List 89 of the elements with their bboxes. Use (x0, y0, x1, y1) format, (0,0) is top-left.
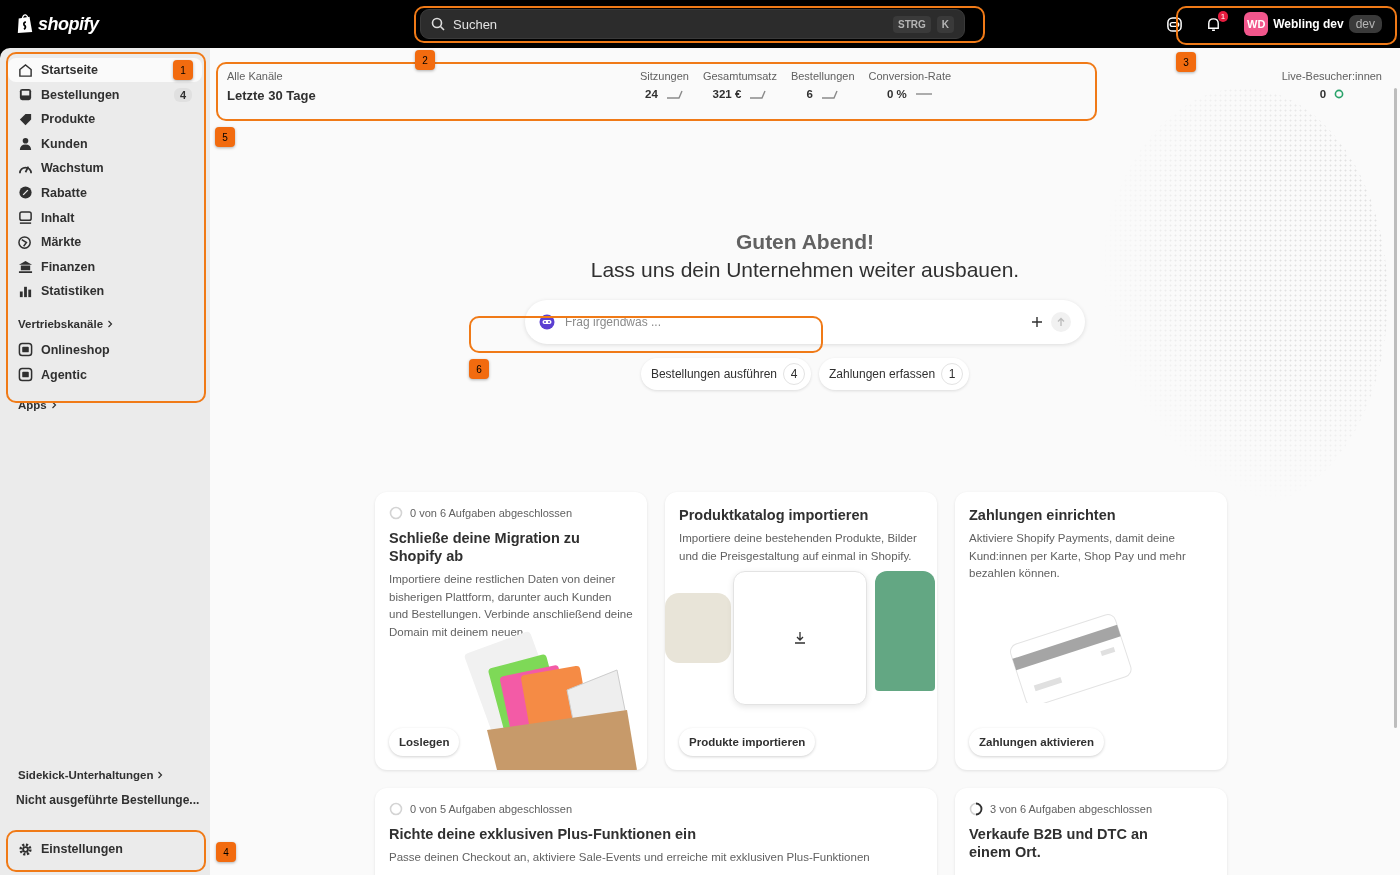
sparkline-drawing (749, 89, 768, 99)
metric-label: Live-Besucher:innen (1281, 70, 1382, 82)
bank-icon (18, 259, 33, 275)
section-link[interactable]: Vertriebskanäle (8, 317, 202, 330)
metric-value: 24 (645, 88, 658, 100)
metric-label: Gesamtumsatz (702, 70, 777, 82)
card-action-button[interactable]: Loslegen (389, 728, 460, 756)
metric-value: 0 (1319, 88, 1327, 100)
settings-item[interactable]: Einstellungen (8, 837, 202, 861)
nav-item[interactable]: Wachstum (8, 156, 202, 181)
card-title: Schließe deine Migration zu Shopify ab (389, 529, 581, 565)
chevron-icon (156, 771, 165, 779)
conversation-link[interactable]: Nicht ausgeführte Bestellunge... (8, 793, 202, 807)
empty-circle-icon (389, 506, 403, 520)
sparkline-drawing (665, 89, 684, 99)
count-badge: 4 (173, 87, 192, 102)
tag-icon (18, 111, 33, 127)
section-link[interactable]: Apps (8, 399, 202, 412)
card-description: Importiere deine restlichen Daten von deiner bisherigen Plattform, darunter auch Kunden und Bestellungen. Verbinde anschließend deine Domain mit deinem neuen (389, 572, 633, 640)
notification-badge: 1 (1217, 10, 1229, 22)
nav-item[interactable]: Rabatte (8, 180, 202, 205)
discount-icon (18, 185, 33, 201)
shopping-bag-logo-icon (16, 14, 34, 34)
suggestion-chip[interactable]: Bestellungen ausführen 4 (640, 358, 811, 390)
chevron-icon (49, 401, 58, 410)
up-arrow-icon (1056, 317, 1066, 327)
nav-item[interactable]: Agentic (8, 362, 202, 387)
plus-icon[interactable] (1031, 316, 1043, 328)
settings-icon (18, 841, 33, 857)
store-icon (18, 342, 33, 358)
person-icon (18, 136, 33, 152)
account-menu[interactable]: WD Webling dev dev (1244, 12, 1382, 36)
nav-item[interactable]: Finanzen (8, 254, 202, 279)
search-input[interactable]: Suchen (451, 15, 887, 33)
card-description: Aktiviere Shopify Payments, damit deine Kund:innen per Karte, Shop Pay und mehr bezahlen können. (969, 531, 1187, 581)
half-ring-icon (969, 802, 983, 816)
store-name: Webling dev (1273, 17, 1344, 31)
card-description: Passe deinen Checkout an, aktiviere Sale-Events und erreiche mit exklusiven Plus-Funktionen (389, 850, 871, 865)
card-title: Zahlungen einrichten (969, 506, 1117, 524)
shortcut-key: K (936, 15, 954, 33)
metric-label: Bestellungen (790, 70, 855, 82)
callout-number: 4 (216, 842, 236, 862)
callout-number: 2 (415, 50, 435, 70)
nav-item[interactable]: Kunden (8, 131, 202, 156)
avatar: WD (1244, 12, 1269, 36)
nav-item[interactable]: Produkte (8, 107, 202, 132)
card-title: Verkaufe B2B und DTC an einem Ort. (969, 825, 1149, 861)
globe-icon (18, 234, 33, 250)
progress-text: 0 von 6 Aufgaben abgeschlossen (410, 507, 573, 519)
empty-circle-icon (389, 802, 403, 816)
metric-value: 6 (806, 88, 813, 100)
metric-value: 321 € (712, 88, 742, 100)
nav-item[interactable]: Onlineshop (8, 337, 202, 362)
shortcut-key: STRG (893, 15, 931, 33)
callout-number: 5 (215, 127, 235, 147)
sweatshirt-photo-placeholder (665, 593, 731, 663)
card-action-button[interactable]: Zahlungen aktivieren (969, 728, 1105, 756)
metric-value: 0 % (886, 88, 907, 100)
tray-icon (18, 87, 33, 103)
progress-text: 3 von 6 Aufgaben abgeschlossen (990, 803, 1153, 815)
callout-number: 3 (1176, 52, 1196, 72)
store-tag: dev (1348, 15, 1382, 33)
logo-wordmark[interactable]: shopify (38, 13, 99, 35)
metric-label: Conversion-Rate (868, 70, 952, 82)
live-status-icon (1334, 89, 1345, 99)
image-icon (18, 210, 33, 226)
greeting: Guten Abend! (735, 230, 874, 254)
download-icon (793, 631, 807, 645)
chevron-icon (106, 319, 115, 328)
card-title: Richte deine exklusiven Plus-Funktionen ein (389, 825, 697, 843)
nav-item[interactable]: Märkte (8, 230, 202, 255)
search-field[interactable]: Suchen STRG K (420, 9, 965, 39)
search-icon (431, 17, 445, 31)
sparkline-drawing (820, 89, 839, 99)
headline: Lass uns dein Unternehmen weiter ausbauen. (590, 258, 1020, 282)
card-title: Produktkatalog importieren (679, 506, 870, 524)
metric-label: Sitzungen (640, 70, 689, 82)
card-action-button[interactable]: Produkte importieren (679, 728, 816, 756)
nav-item[interactable]: Statistiken (8, 279, 202, 304)
section-link[interactable]: Sidekick-Unterhaltungen (8, 769, 202, 781)
nav-item[interactable]: Inhalt (8, 205, 202, 230)
home-icon (18, 62, 33, 78)
card-description: Importiere deine bestehenden Produkte, Bilder und die Preisgestaltung auf einmal in Shopify. (679, 531, 918, 564)
callout-number: 1 (173, 60, 193, 80)
nav-item[interactable]: Bestellungen 4 (8, 82, 202, 107)
suggestion-chip[interactable]: Zahlungen erfassen 1 (819, 358, 970, 390)
date-range-filter[interactable]: Alle Kanäle Letzte 30 Tage (227, 70, 640, 103)
progress-text: 0 von 5 Aufgaben abgeschlossen (410, 803, 573, 815)
callout-number: 6 (469, 359, 489, 379)
